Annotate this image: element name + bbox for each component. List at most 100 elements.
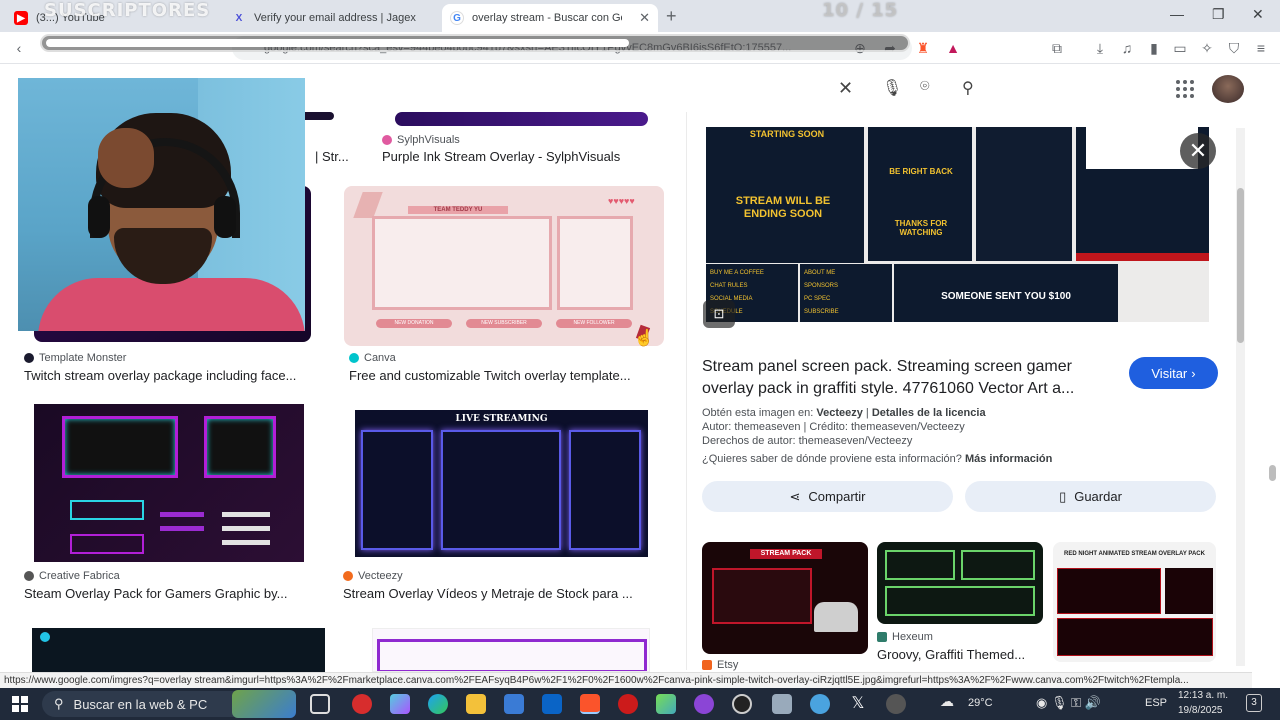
result-title-creative-fabrica[interactable]: Steam Overlay Pack for Gamers Graphic by… [24,586,319,601]
related-thumbnail-2[interactable] [877,542,1043,624]
opera-icon[interactable] [618,694,638,714]
preview-title-line1[interactable]: Stream panel screen pack. Streaming scre… [702,358,1072,376]
search-icon[interactable]: ⚲ [962,78,974,98]
page-scrollbar-thumb[interactable] [1269,465,1276,481]
minimize-button[interactable]: — [1170,6,1184,22]
task-view-icon[interactable] [310,694,330,714]
panel-scrollbar-thumb[interactable] [1237,188,1244,343]
tab-google-search[interactable]: G overlay stream - Buscar con Goo ✕ [442,4,658,32]
tab-label: overlay stream - Buscar con Goo [472,12,622,24]
clock-date[interactable]: 19/8/2025 [1178,705,1223,716]
result-title-vecteezy[interactable]: Stream Overlay Vídeos y Metraje de Stock… [343,586,663,601]
outlook-icon[interactable] [542,694,562,714]
result-thumbnail-creative-fabrica[interactable] [34,404,304,562]
save-button[interactable]: ▯ Guardar [965,481,1216,512]
tab-label: Verify your email address | Jagex [254,12,416,24]
creative-fabrica-icon [24,571,34,581]
license-details-link[interactable]: Detalles de la licencia [872,407,986,419]
obtained-source-link[interactable]: Vecteezy [816,407,862,419]
search-highlight-image [232,690,296,718]
result-thumbnail-vecteezy[interactable]: LIVE STREAMING [355,410,648,557]
download-icon[interactable]: ⤓ [1091,39,1109,57]
live-streaming-label: LIVE STREAMING [455,414,548,424]
brb-text: BE RIGHT BACK [889,167,953,176]
close-tab-icon[interactable]: ✕ [639,10,650,26]
screenshot-icon[interactable]: ⧉ [1048,39,1066,57]
app-icon-blue[interactable] [810,694,830,714]
result-title-sylphvisuals[interactable]: Purple Ink Stream Overlay - SylphVisuals [382,149,672,164]
windows-start-icon[interactable] [12,696,28,712]
windows-taskbar: ⚲ Buscar en la web & PC 𝕏 ☁ 29°C ◉ 🎙 ⚿ 🔊… [0,688,1280,720]
github-icon[interactable] [732,694,752,714]
template-monster-icon [24,353,34,363]
leo-icon[interactable]: ✧ [1198,39,1216,57]
close-panel-button[interactable]: ✕ [1180,133,1216,169]
jagex-icon: X [235,12,243,24]
weather-temp: 29°C [968,697,993,709]
x-app-icon[interactable]: 𝕏 [848,694,868,714]
related-thumbnail-3[interactable]: RED NIGHT ANIMATED STREAM OVERLAY PACK [1053,542,1216,662]
mouse-cursor-icon: ☝ [634,330,654,347]
maximize-button[interactable]: ❐ [1212,6,1225,23]
microphone-icon[interactable]: 🎙 [882,78,902,98]
edge-icon[interactable] [428,694,448,714]
vpn-icon[interactable]: ⛉ [1225,39,1243,57]
store-icon[interactable] [504,694,524,714]
preview-image[interactable]: STARTING SOON STREAM WILL BE ENDING SOON… [706,127,1209,322]
wallet-icon[interactable]: ▭ [1171,39,1189,57]
clear-search-icon[interactable]: ✕ [838,78,853,99]
bookmark-icon: ▯ [1059,488,1067,504]
new-tab-button[interactable]: + [666,6,677,27]
brave-shield-icon[interactable]: ♜ [914,39,932,57]
result-title-canva[interactable]: Free and customizable Twitch overlay tem… [349,368,659,383]
related-thumbnail-1[interactable]: STREAM PACK [702,542,868,654]
etsy-icon [702,660,712,670]
app-icon-gear[interactable] [886,694,906,714]
language-indicator[interactable]: ESP [1145,697,1167,709]
copilot-icon[interactable] [390,694,410,714]
sidebar-icon[interactable]: ▮ [1145,39,1163,57]
close-window-button[interactable]: ✕ [1252,6,1264,23]
result-source-canva: Canva [349,352,396,364]
discord-icon[interactable] [694,694,714,714]
account-avatar[interactable] [1212,75,1244,103]
obtained-from-line: Obtén esta imagen en: Vecteezy | Detalle… [702,407,986,419]
music-icon[interactable]: ♫ [1118,39,1136,57]
notification-center[interactable]: 3 [1246,694,1262,712]
result-title-partial[interactable]: | Str... [315,149,375,164]
tab-jagex[interactable]: X Verify your email address | Jagex [224,4,442,32]
search-icon: ⚲ [54,696,64,711]
side-frame [557,216,633,310]
result-thumbnail-sylphvisuals[interactable] [395,112,648,126]
result-title-template-monster[interactable]: Twitch stream overlay package including … [24,368,322,383]
result-thumbnail-row4-b[interactable] [372,628,650,672]
clock-time[interactable]: 12:13 a. m. [1178,690,1228,701]
youtube-icon: ▶ [14,11,28,25]
result-thumbnail-canva[interactable]: TEAM TEDDY YU ♥♥♥♥♥ NEW DONATION NEW SUB… [344,186,664,346]
opera-gx-icon[interactable] [352,694,372,714]
back-arrow-icon[interactable]: ‹ [10,39,28,57]
related-title-hexeum[interactable]: Groovy, Graffiti Themed... [877,647,1042,662]
more-info-link[interactable]: Más información [965,453,1052,465]
subscriber-progress-fill [46,39,630,47]
app-icon-generic[interactable] [772,694,792,714]
visual-search-icon[interactable]: ⊡ [703,300,735,328]
google-apps-icon[interactable] [1176,80,1194,98]
starting-soon-text: STARTING SOON [749,129,825,139]
lens-icon[interactable]: ⌾ [920,78,930,96]
m365-icon[interactable] [656,694,676,714]
status-url-bar: https://www.google.com/imgres?q=overlay … [0,672,1252,688]
brave-taskbar-icon[interactable] [580,694,600,714]
follower-pill: NEW FOLLOWER [556,319,632,328]
tray-icons[interactable]: ◉ 🎙 ⚿ 🔊 [1036,695,1101,711]
visit-button[interactable]: Visitar › [1129,357,1218,389]
share-button[interactable]: ⋖ Compartir [702,481,953,512]
stream-pack-label: STREAM PACK [750,549,822,559]
origin-line: ¿Quieres saber de dónde proviene esta in… [702,453,1053,465]
result-thumbnail-row4-a[interactable] [32,628,325,672]
brave-rewards-icon[interactable]: ▲ [944,39,962,57]
file-explorer-icon[interactable] [466,694,486,714]
preview-title-line2[interactable]: overlay pack in graffiti style. 47761060… [702,380,1074,398]
menu-icon[interactable]: ≡ [1252,39,1270,57]
related-source-etsy: Etsy [702,659,738,671]
